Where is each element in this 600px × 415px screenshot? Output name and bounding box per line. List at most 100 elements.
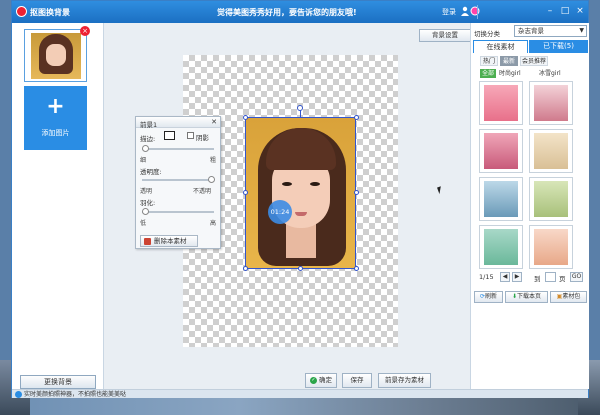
change-background-button[interactable]: 更换背景 — [20, 375, 96, 389]
refresh-button[interactable]: ⟳刷新 — [474, 291, 503, 303]
next-page-button[interactable]: ▶ — [512, 272, 522, 282]
properties-title: 前景1 — [140, 121, 158, 129]
delete-material-button[interactable]: 删除本素材 — [140, 235, 198, 247]
recording-timer: 01:24 — [268, 200, 292, 224]
title-bar[interactable]: 抠图换背景 觉得美图秀秀好用，要告诉您的朋友哦! 登录 – □ × — [12, 1, 588, 23]
material-tile[interactable] — [529, 225, 573, 269]
minimize-button[interactable]: – — [543, 5, 557, 18]
resize-handle-tl[interactable] — [243, 115, 248, 120]
resize-handle-l[interactable] — [243, 190, 248, 195]
material-panel: 切换分类 杂志背景 ▼ 在线素材 已下载(5) 热门 最新 会员推荐 全部 时尚… — [470, 23, 589, 389]
category-select[interactable]: 杂志背景 ▼ — [514, 25, 587, 37]
user-icon[interactable] — [460, 6, 470, 16]
download-page-button[interactable]: ⬇下载本页 — [505, 291, 548, 303]
page-label: 页 — [559, 275, 566, 283]
go-button[interactable]: GO — [570, 272, 583, 282]
material-tile[interactable] — [479, 81, 523, 125]
left-panel: × + 添加图片 更换背景 — [12, 23, 104, 389]
material-preview — [484, 229, 518, 265]
tab-downloaded[interactable]: 已下载(5) — [529, 40, 588, 53]
titlebar-divider — [477, 5, 478, 19]
download-page-label: 下载本页 — [517, 293, 542, 300]
opacity-slider[interactable] — [142, 176, 215, 183]
tab-online-materials[interactable]: 在线素材 — [473, 40, 528, 53]
thin-label: 细 — [140, 157, 147, 164]
opacity-knob[interactable] — [208, 176, 215, 183]
material-tile[interactable] — [479, 129, 523, 173]
filter-new[interactable]: 最新 — [500, 56, 518, 66]
add-photo-button[interactable]: + 添加图片 — [24, 86, 87, 150]
prev-page-button[interactable]: ◀ — [500, 272, 510, 282]
low-label: 低 — [140, 220, 147, 227]
category-label: 切换分类 — [474, 30, 500, 38]
resize-handle-tr[interactable] — [354, 115, 359, 120]
skin-icon[interactable] — [470, 6, 480, 16]
foreground-properties-panel: 前景1 ✕ 描边: 阴影 细 粗 透明度: 透明 不透明 羽化: 低 高 删除本… — [135, 116, 221, 249]
material-tile[interactable] — [479, 225, 523, 269]
canvas-area: 背景设置 01:24 前景1 ✕ 描边: 阴影 细 粗 透明度: 透明 不透明 … — [105, 23, 471, 389]
material-pack-label: 素材包 — [562, 293, 581, 300]
material-preview — [534, 85, 568, 121]
plus-icon: + — [46, 94, 65, 119]
resize-handle-r[interactable] — [354, 190, 359, 195]
close-properties-icon[interactable]: ✕ — [211, 118, 217, 126]
goto-label: 到 — [534, 275, 541, 283]
properties-header[interactable]: 前景1 ✕ — [136, 117, 220, 129]
material-tile[interactable] — [529, 177, 573, 221]
material-tile[interactable] — [529, 129, 573, 173]
material-preview — [484, 133, 518, 169]
status-bar: 实时美颜拍照神器，不拍照也能美美哒 — [12, 389, 588, 398]
page-indicator: 1/15 — [479, 273, 494, 281]
opacity-label: 透明度: — [140, 168, 162, 176]
login-link[interactable]: 登录 — [442, 7, 456, 17]
maximize-button[interactable]: □ — [558, 5, 572, 18]
page-number-input[interactable] — [545, 272, 556, 282]
subfilter-fashion[interactable]: 时尚girl — [499, 69, 521, 78]
shadow-label: 阴影 — [196, 134, 209, 142]
subfilter-snow[interactable]: 冰雪girl — [539, 69, 561, 78]
material-tile[interactable] — [479, 177, 523, 221]
trash-icon — [144, 238, 151, 245]
delete-material-label: 删除本素材 — [154, 237, 187, 245]
subfilter-all[interactable]: 全部 — [480, 69, 497, 78]
rotation-handle[interactable] — [297, 105, 303, 111]
confirm-label: 确定 — [319, 376, 332, 384]
resize-handle-bl[interactable] — [243, 266, 248, 271]
app-window: 抠图换背景 觉得美图秀秀好用，要告诉您的朋友哦! 登录 – □ × × + 添加… — [11, 0, 589, 398]
save-as-material-button[interactable]: 前景存为素材 — [378, 373, 431, 388]
refresh-label: 刷新 — [485, 293, 498, 300]
shadow-checkbox[interactable] — [187, 132, 194, 139]
app-title: 抠图换背景 — [30, 8, 70, 17]
add-photo-label: 添加图片 — [41, 129, 70, 137]
filter-hot[interactable]: 热门 — [480, 56, 498, 66]
camera-icon — [15, 391, 22, 398]
high-label: 高 — [210, 220, 217, 227]
check-icon: ✓ — [310, 376, 317, 384]
save-button[interactable]: 保存 — [342, 373, 372, 388]
stroke-label: 描边: — [140, 135, 156, 143]
close-button[interactable]: × — [573, 5, 587, 18]
remove-thumbnail-icon[interactable]: × — [80, 26, 90, 36]
thick-label: 粗 — [210, 157, 217, 164]
stroke-width-slider[interactable] — [142, 145, 214, 152]
photo-thumbnail[interactable]: × — [24, 26, 90, 82]
resize-handle-br[interactable] — [354, 266, 359, 271]
background-settings-button[interactable]: 背景设置 — [419, 29, 471, 42]
material-tile[interactable] — [529, 81, 573, 125]
feather-knob[interactable] — [142, 208, 149, 215]
resize-handle-b[interactable] — [298, 266, 303, 271]
material-preview — [534, 229, 568, 265]
confirm-button[interactable]: ✓ 确定 — [305, 373, 337, 388]
material-pack-button[interactable]: ▣素材包 — [550, 291, 587, 303]
material-preview — [534, 181, 568, 217]
foreground-photo[interactable] — [245, 117, 356, 269]
app-logo-icon — [16, 6, 27, 17]
material-preview — [484, 85, 518, 121]
material-preview — [484, 181, 518, 217]
status-text[interactable]: 实时美颜拍照神器，不拍照也能美美哒 — [24, 391, 126, 398]
stroke-color-swatch[interactable] — [164, 131, 175, 140]
slogan-link[interactable]: 觉得美图秀秀好用，要告诉您的朋友哦! — [217, 7, 357, 18]
filter-vip[interactable]: 会员推荐 — [520, 56, 548, 66]
stroke-width-knob[interactable] — [142, 145, 149, 152]
feather-slider[interactable] — [142, 208, 214, 215]
